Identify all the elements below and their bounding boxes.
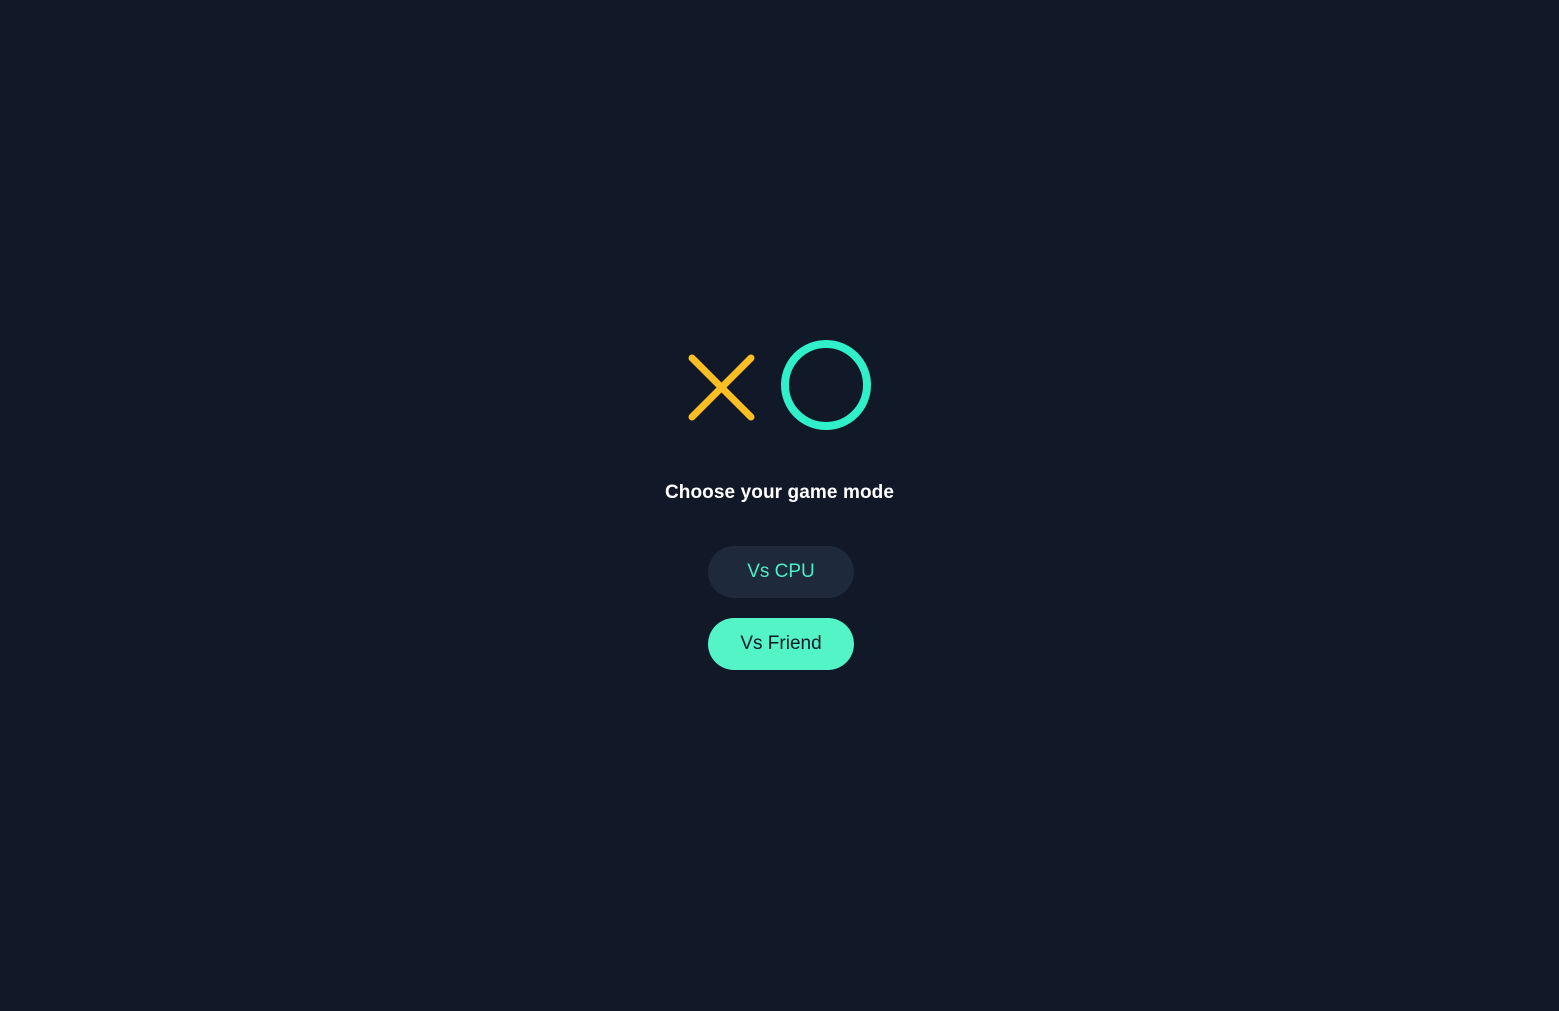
x-mark-icon: [688, 354, 755, 421]
xo-logo-graphic: [688, 340, 871, 430]
game-mode-screen: Choose your game mode Vs CPU Vs Friend: [0, 0, 1559, 1011]
vs-cpu-button[interactable]: Vs CPU: [708, 546, 854, 598]
o-ring-icon: [781, 340, 871, 430]
vs-friend-button[interactable]: Vs Friend: [708, 618, 854, 670]
xo-logo: [680, 335, 880, 435]
game-mode-prompt: Choose your game mode: [664, 482, 895, 503]
